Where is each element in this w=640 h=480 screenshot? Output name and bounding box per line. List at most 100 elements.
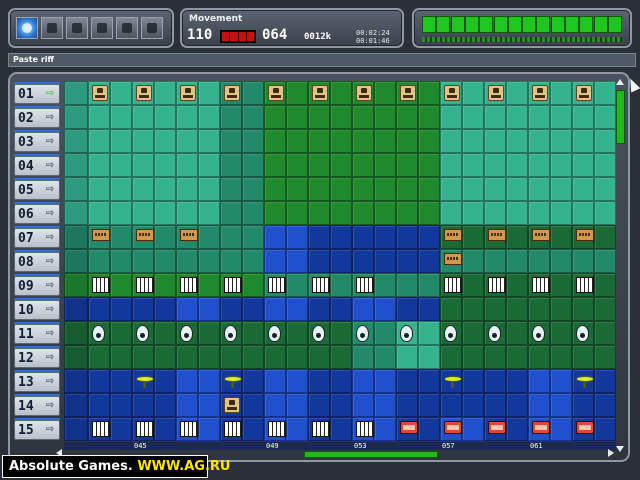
network-icon[interactable] — [66, 17, 88, 39]
horizontal-scrollbar-thumb[interactable] — [304, 451, 438, 458]
grid-cell[interactable] — [396, 105, 418, 129]
grid-cell[interactable] — [594, 249, 616, 273]
grid-cell[interactable] — [286, 81, 308, 105]
grid-cell[interactable] — [198, 345, 220, 369]
grid-cell[interactable] — [550, 369, 572, 393]
grid-cell[interactable] — [176, 129, 198, 153]
grid-cell[interactable] — [220, 297, 242, 321]
grid-cell[interactable] — [220, 225, 242, 249]
track-label-15[interactable]: 15 ⇨ — [14, 420, 60, 440]
grid-cell[interactable] — [154, 129, 176, 153]
grid-cell[interactable] — [440, 177, 462, 201]
grid-cell[interactable] — [462, 249, 484, 273]
keyboard-icon[interactable] — [180, 277, 198, 293]
track-arrow-icon[interactable]: ⇨ — [43, 184, 57, 196]
grid-cell[interactable] — [110, 153, 132, 177]
grid-cell[interactable] — [506, 81, 528, 105]
amp-icon[interactable] — [532, 229, 550, 241]
grid-cell[interactable] — [286, 345, 308, 369]
grid-cell[interactable] — [396, 153, 418, 177]
grid-cell[interactable] — [110, 297, 132, 321]
grid-cell[interactable] — [110, 417, 132, 441]
grid-cell[interactable] — [572, 249, 594, 273]
grid-cell[interactable] — [550, 81, 572, 105]
grid-cell[interactable] — [242, 273, 264, 297]
grid-cell[interactable] — [132, 297, 154, 321]
grid-cell[interactable] — [572, 393, 594, 417]
grid-cell[interactable] — [594, 225, 616, 249]
keyboard-icon[interactable] — [92, 277, 110, 293]
track-arrow-icon[interactable]: ⇨ — [43, 112, 57, 124]
drum-icon[interactable] — [532, 421, 550, 434]
grid-cell[interactable] — [176, 177, 198, 201]
grid-cell[interactable] — [64, 81, 88, 105]
keyboard-icon[interactable] — [312, 421, 330, 437]
keyboard-icon[interactable] — [268, 277, 286, 293]
grid-cell[interactable] — [308, 297, 330, 321]
cpu-icon[interactable] — [180, 85, 196, 101]
grid-cell[interactable] — [484, 129, 506, 153]
track-arrow-icon[interactable]: ⇨ — [43, 376, 57, 388]
grid-cell[interactable] — [242, 225, 264, 249]
grid-cell[interactable] — [374, 105, 396, 129]
grid-cell[interactable] — [220, 177, 242, 201]
grid-cell[interactable] — [418, 153, 440, 177]
grid-cell[interactable] — [462, 273, 484, 297]
grid-cell[interactable] — [506, 273, 528, 297]
grid-cell[interactable] — [198, 201, 220, 225]
track-label-01[interactable]: 01 ⇨ — [14, 84, 60, 104]
grid-cell[interactable] — [418, 105, 440, 129]
track-label-14[interactable]: 14 ⇨ — [14, 396, 60, 416]
grid-cell[interactable] — [396, 393, 418, 417]
grid-cell[interactable] — [352, 225, 374, 249]
track-arrow-icon[interactable]: ⇨ — [43, 160, 57, 172]
grid-cell[interactable] — [506, 177, 528, 201]
track-label-13[interactable]: 13 ⇨ — [14, 372, 60, 392]
grid-cell[interactable] — [374, 417, 396, 441]
grid-cell[interactable] — [528, 105, 550, 129]
keyboard-icon[interactable] — [180, 421, 198, 437]
keyboard-icon[interactable] — [136, 277, 154, 293]
cymbal-icon[interactable] — [444, 373, 462, 389]
grid-cell[interactable] — [330, 105, 352, 129]
grid-cell[interactable] — [286, 297, 308, 321]
grid-cell[interactable] — [550, 417, 572, 441]
grid-cell[interactable] — [330, 417, 352, 441]
grid-cell[interactable] — [352, 129, 374, 153]
grid-cell[interactable] — [396, 201, 418, 225]
grid-cell[interactable] — [374, 321, 396, 345]
grid-cell[interactable] — [594, 273, 616, 297]
keyboard-icon[interactable] — [224, 421, 242, 437]
keyboard-icon[interactable] — [268, 421, 286, 437]
grid-cell[interactable] — [330, 345, 352, 369]
track-label-12[interactable]: 12 ⇨ — [14, 348, 60, 368]
track-arrow-icon[interactable]: ⇨ — [43, 280, 57, 292]
cpu-icon[interactable] — [532, 85, 548, 101]
grid-cell[interactable] — [308, 153, 330, 177]
grid-cell[interactable] — [88, 105, 110, 129]
grid-cell[interactable] — [154, 345, 176, 369]
grid-cell[interactable] — [374, 129, 396, 153]
grid-icon[interactable] — [141, 17, 163, 39]
grid-cell[interactable] — [440, 393, 462, 417]
cymbal-icon[interactable] — [576, 373, 594, 389]
grid-cell[interactable] — [352, 105, 374, 129]
track-arrow-icon[interactable]: ⇨ — [43, 328, 57, 340]
grid-cell[interactable] — [440, 345, 462, 369]
grid-cell[interactable] — [462, 105, 484, 129]
track-label-09[interactable]: 09 ⇨ — [14, 276, 60, 296]
grid-cell[interactable] — [440, 297, 462, 321]
grid-cell[interactable] — [506, 249, 528, 273]
grid-cell[interactable] — [550, 225, 572, 249]
grid-cell[interactable] — [462, 369, 484, 393]
grid-cell[interactable] — [286, 393, 308, 417]
grid-cell[interactable] — [64, 249, 88, 273]
cymbal-icon[interactable] — [224, 373, 242, 389]
grid-cell[interactable] — [154, 321, 176, 345]
grid-cell[interactable] — [550, 177, 572, 201]
grid-cell[interactable] — [176, 369, 198, 393]
grid-cell[interactable] — [198, 393, 220, 417]
grid-cell[interactable] — [352, 201, 374, 225]
track-label-02[interactable]: 02 ⇨ — [14, 108, 60, 128]
grid-cell[interactable] — [330, 81, 352, 105]
